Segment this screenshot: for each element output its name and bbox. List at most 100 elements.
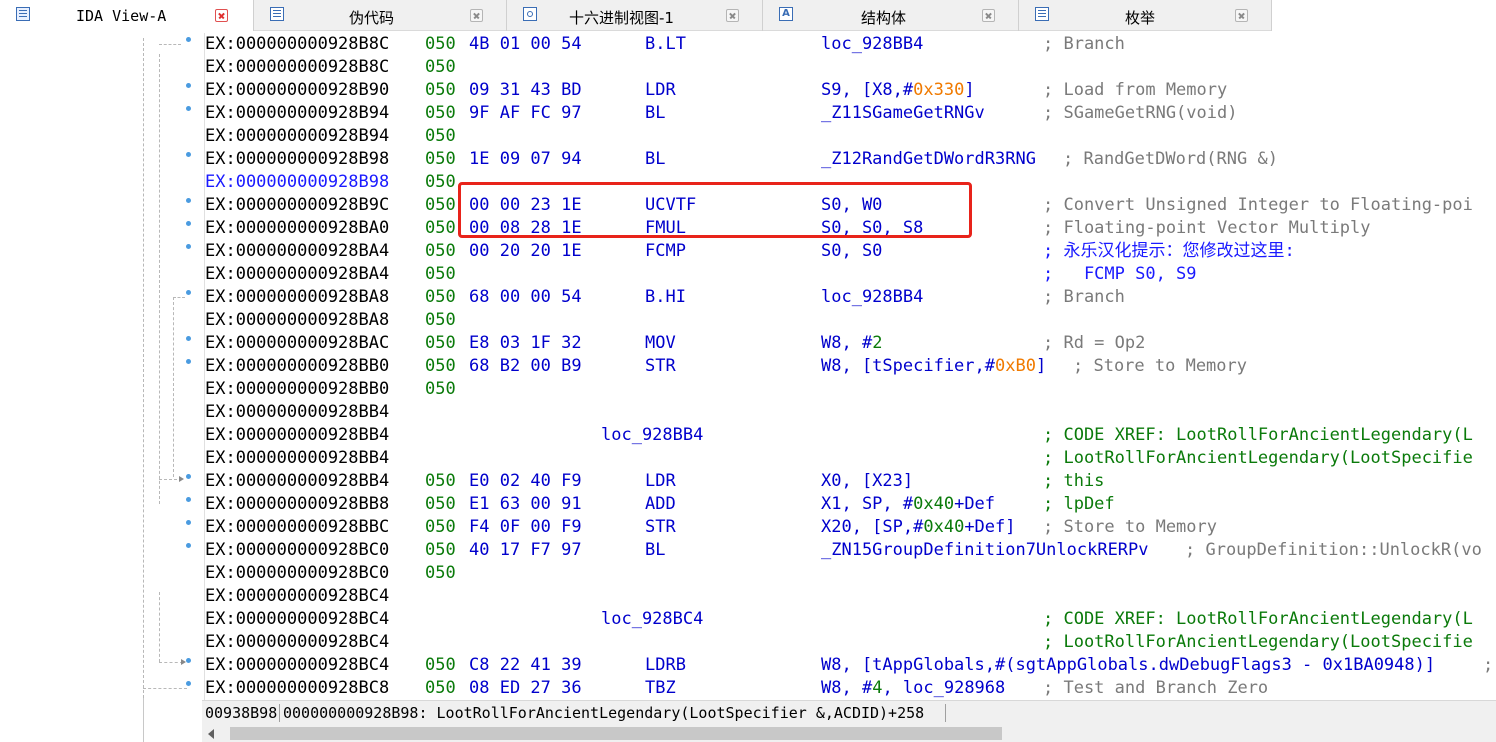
operands: loc_928BB4 [821, 287, 924, 307]
opcode-bytes: E1 63 00 91 [469, 494, 582, 514]
segment-prefix: 050 [425, 540, 456, 560]
flow-line [143, 688, 187, 689]
pseudocode-icon [270, 7, 284, 21]
segment-prefix: 050 [425, 655, 456, 675]
flow-line [173, 297, 174, 477]
close-icon[interactable] [982, 9, 995, 22]
divider [945, 704, 946, 722]
comment: ; Convert Unsigned Integer to Floating-p… [1043, 195, 1473, 215]
segment-prefix: 050 [425, 287, 456, 307]
tab-label: 结构体 [861, 9, 907, 27]
scroll-left-icon[interactable] [208, 729, 214, 739]
tab-hex-view[interactable]: 十六进制视图-1 [507, 0, 763, 31]
segment-prefix: 050 [425, 103, 456, 123]
dot-icon [186, 336, 191, 341]
operand-part: W8, [tSpecifier,# [821, 356, 995, 376]
address: EX:000000000928BC8 [205, 678, 390, 698]
segment-prefix: 050 [425, 310, 456, 330]
dot-icon [186, 658, 191, 663]
flow-gutter [143, 32, 203, 700]
mnemonic: BL [645, 149, 666, 169]
operands: W8, #4, loc_928968 [821, 677, 1005, 700]
operands: W8, #2 [821, 332, 882, 355]
dot-icon [186, 37, 191, 42]
opcode-bytes: 00 20 20 1E [469, 241, 582, 261]
operand-part: +Def [954, 494, 996, 514]
segment-prefix: 050 [425, 563, 456, 583]
dot-icon [186, 244, 191, 249]
opcode-bytes: 9F AF FC 97 [469, 103, 582, 123]
close-icon[interactable] [470, 9, 483, 22]
dot-icon [186, 359, 191, 364]
close-icon[interactable] [1235, 9, 1248, 22]
address: EX:000000000928BB4 [205, 471, 390, 491]
enums-icon [1035, 7, 1049, 21]
dot-icon [186, 543, 191, 548]
address: EX:000000000928BB4 [205, 448, 390, 468]
scrollbar-thumb[interactable] [230, 727, 1002, 740]
operand-immediate: 0xB0 [995, 356, 1036, 376]
address: EX:000000000928BC4 [205, 586, 390, 606]
segment-prefix: 050 [425, 241, 456, 261]
dot-icon [186, 152, 191, 157]
mnemonic: STR [645, 356, 676, 376]
mnemonic: LDR [645, 80, 676, 100]
operands: X20, [SP,#0x40+Def] [821, 516, 1016, 539]
horizontal-scrollbar[interactable] [202, 725, 1496, 742]
comment: ; Branch [1043, 287, 1125, 307]
segment-prefix: 050 [425, 57, 456, 77]
address: EX:000000000928B8C [205, 34, 390, 54]
mnemonic: LDR [645, 471, 676, 491]
segment-prefix: 050 [425, 379, 456, 399]
close-icon[interactable] [215, 9, 228, 22]
dot-icon [186, 83, 191, 88]
mnemonic: ADD [645, 494, 676, 514]
operand-part: W8, # [821, 678, 873, 698]
tab-pseudocode[interactable]: 伪代码 [254, 0, 507, 31]
address: EX:000000000928BB8 [205, 494, 390, 514]
segment-prefix: 050 [425, 149, 456, 169]
segment-prefix: 050 [425, 172, 456, 192]
opcode-bytes: 40 17 F7 97 [469, 540, 582, 560]
mnemonic: BL [645, 540, 666, 560]
mnemonic: BL [645, 103, 666, 123]
dot-icon [186, 106, 191, 111]
segment-prefix: 050 [425, 517, 456, 537]
tab-structures[interactable]: A 结构体 [763, 0, 1019, 31]
address: EX:000000000928B98 [205, 149, 390, 169]
comment: ; LootRollForAncientLegendary(LootSpecif… [1043, 632, 1473, 652]
dot-icon [186, 474, 191, 479]
operand-part: X20, [SP,# [821, 517, 924, 537]
operand-part: ] [964, 80, 975, 100]
operands: W8, [tAppGlobals,#(sgtAppGlobals.dwDebug… [821, 654, 1435, 677]
address: EX:000000000928B94 [205, 126, 390, 146]
address: EX:000000000928BBC [205, 517, 390, 537]
flow-line [159, 44, 181, 45]
code-label: loc_928BB4 [601, 425, 704, 445]
operand-immediate: 2 [872, 333, 883, 353]
address: EX:000000000928BB4 [205, 425, 390, 445]
dot-icon [186, 681, 191, 686]
tab-ida-view-a[interactable]: IDA View-A [0, 0, 254, 31]
comment: ; Branch [1043, 34, 1125, 54]
opcode-bytes: 09 31 43 BD [469, 80, 582, 100]
tab-enums[interactable]: 枚举 [1019, 0, 1272, 31]
opcode-bytes: 68 00 00 54 [469, 287, 582, 307]
tab-label: 伪代码 [349, 9, 395, 27]
arrow-icon [179, 476, 184, 482]
address: EX:000000000928B94 [205, 103, 390, 123]
dot-icon [186, 520, 191, 525]
address: EX:000000000928B98 [205, 172, 390, 192]
flow-line [143, 38, 144, 698]
hex-view-icon [523, 7, 537, 21]
disassembly-listing[interactable]: EX:000000000928B8C 050 4B 01 00 54 B.LT loc_… [204, 33, 1496, 701]
segment-prefix: 050 [425, 126, 456, 146]
dot-icon [186, 198, 191, 203]
operands: W8, [tSpecifier,#0xB0] [821, 355, 1046, 378]
address: EX:000000000928BA8 [205, 287, 390, 307]
close-icon[interactable] [726, 9, 739, 22]
operand-part: W8, [tAppGlobals,#(sgtAppGlobals.dwDebug… [821, 655, 1323, 675]
segment-prefix: 050 [425, 34, 456, 54]
flow-line [159, 54, 160, 504]
dot-icon [186, 497, 191, 502]
